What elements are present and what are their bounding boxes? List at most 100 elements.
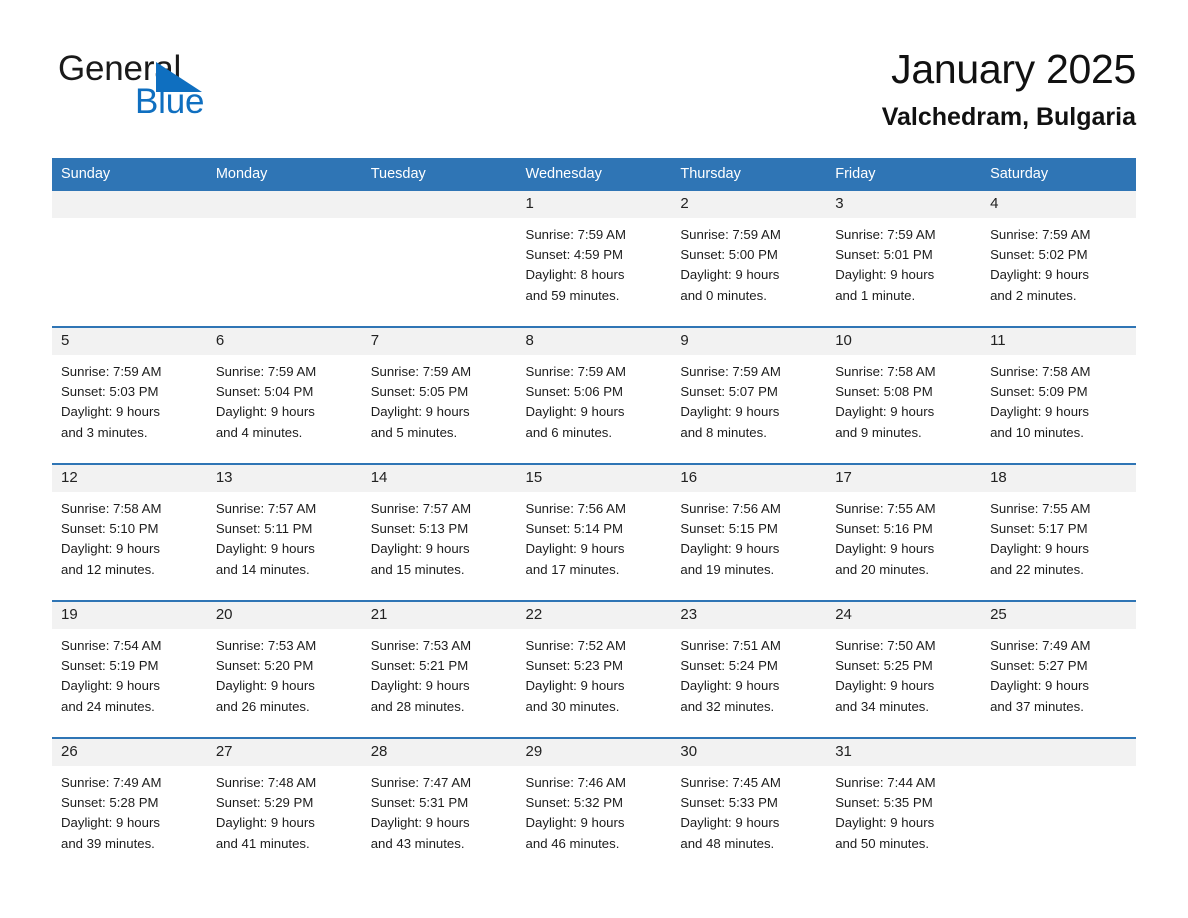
- daylight-duration-line2: and 59 minutes.: [525, 287, 620, 303]
- calendar-day-cell[interactable]: 30 Sunrise: 7:45 AM Sunset: 5:33 PM Dayligh…: [671, 737, 827, 874]
- sunset-time: Sunset: 5:03 PM: [61, 384, 159, 400]
- daylight-duration-line1: Daylight: 9 hours: [525, 678, 625, 694]
- weekday-header-friday: Friday: [826, 158, 982, 191]
- day-cell-inner: 12 Sunrise: 7:58 AM Sunset: 5:10 PM Dayligh…: [52, 465, 207, 600]
- day-cell-inner: 16 Sunrise: 7:56 AM Sunset: 5:15 PM Dayligh…: [671, 465, 827, 600]
- calendar-day-cell[interactable]: 13 Sunrise: 7:57 AM Sunset: 5:11 PM Dayligh…: [206, 463, 362, 601]
- daylight-duration-line2: and 30 minutes.: [525, 698, 620, 714]
- calendar-day-cell[interactable]: 6 Sunrise: 7:59 AM Sunset: 5:04 PM Daylight…: [206, 326, 362, 464]
- day-cell-inner: 17 Sunrise: 7:55 AM Sunset: 5:16 PM Dayligh…: [826, 465, 982, 600]
- day-cell-inner: 2 Sunrise: 7:59 AM Sunset: 5:00 PM Daylight…: [671, 191, 827, 326]
- weekday-header-tuesday: Tuesday: [361, 158, 517, 191]
- daylight-duration-line2: and 6 minutes.: [525, 424, 613, 440]
- day-number: 20: [206, 602, 362, 629]
- day-cell-inner: 1 Sunrise: 7:59 AM Sunset: 4:59 PM Daylight…: [516, 191, 672, 326]
- daylight-duration-line1: Daylight: 9 hours: [835, 815, 935, 831]
- day-number: 1: [516, 191, 672, 218]
- calendar-day-cell[interactable]: 31 Sunrise: 7:44 AM Sunset: 5:35 PM Dayligh…: [826, 737, 982, 874]
- day-number: [52, 191, 207, 218]
- calendar-day-cell[interactable]: 4 Sunrise: 7:59 AM Sunset: 5:02 PM Daylight…: [981, 191, 1136, 327]
- calendar-day-cell[interactable]: 10 Sunrise: 7:58 AM Sunset: 5:08 PM Dayligh…: [826, 326, 982, 464]
- calendar-day-cell[interactable]: 15 Sunrise: 7:56 AM Sunset: 5:14 PM Dayligh…: [516, 463, 672, 601]
- day-number: 29: [516, 739, 672, 766]
- daylight-duration-line1: Daylight: 9 hours: [370, 541, 470, 557]
- calendar-day-cell[interactable]: 11 Sunrise: 7:58 AM Sunset: 5:09 PM Dayligh…: [981, 326, 1136, 464]
- day-details: Sunrise: 7:58 AM Sunset: 5:10 PM Daylight:…: [52, 492, 207, 580]
- sunrise-time: Sunrise: 7:57 AM: [370, 501, 472, 516]
- day-details: Sunrise: 7:59 AM Sunset: 5:07 PM Daylight:…: [671, 355, 826, 443]
- day-number: 7: [361, 328, 517, 355]
- day-details: Sunrise: 7:47 AM Sunset: 5:31 PM Daylight:…: [362, 766, 517, 854]
- daylight-duration-line2: and 48 minutes.: [680, 835, 775, 851]
- calendar-day-cell[interactable]: 12 Sunrise: 7:58 AM Sunset: 5:10 PM Dayligh…: [52, 463, 207, 601]
- weekday-header-monday: Monday: [206, 158, 362, 191]
- sunset-time: Sunset: 5:13 PM: [370, 521, 469, 537]
- daylight-duration-line1: Daylight: 9 hours: [680, 815, 780, 831]
- sunrise-time: Sunrise: 7:56 AM: [680, 501, 781, 516]
- calendar-day-cell[interactable]: 1 Sunrise: 7:59 AM Sunset: 4:59 PM Daylight…: [516, 191, 672, 327]
- day-details: Sunrise: 7:59 AM Sunset: 5:00 PM Daylight:…: [671, 218, 826, 306]
- day-number: 22: [516, 602, 672, 629]
- day-number: 11: [981, 328, 1136, 355]
- calendar-day-cell[interactable]: 5 Sunrise: 7:59 AM Sunset: 5:03 PM Daylight…: [52, 326, 207, 464]
- day-cell-inner: 27 Sunrise: 7:48 AM Sunset: 5:29 PM Dayligh…: [206, 739, 362, 874]
- calendar-day-cell[interactable]: 28 Sunrise: 7:47 AM Sunset: 5:31 PM Dayligh…: [361, 737, 517, 874]
- sunset-time: Sunset: 5:24 PM: [680, 658, 778, 674]
- day-details: Sunrise: 7:58 AM Sunset: 5:08 PM Daylight:…: [826, 355, 981, 443]
- calendar-day-cell[interactable]: 17 Sunrise: 7:55 AM Sunset: 5:16 PM Dayligh…: [826, 463, 982, 601]
- calendar-day-cell[interactable]: 7 Sunrise: 7:59 AM Sunset: 5:05 PM Daylight…: [361, 326, 517, 464]
- calendar-day-cell[interactable]: 9 Sunrise: 7:59 AM Sunset: 5:07 PM Daylight…: [671, 326, 827, 464]
- day-number: 26: [52, 739, 207, 766]
- calendar-day-cell[interactable]: 23 Sunrise: 7:51 AM Sunset: 5:24 PM Dayligh…: [671, 600, 827, 738]
- daylight-duration-line1: Daylight: 9 hours: [61, 678, 160, 694]
- day-number: [206, 191, 362, 218]
- calendar-day-cell[interactable]: 22 Sunrise: 7:52 AM Sunset: 5:23 PM Dayligh…: [516, 600, 672, 738]
- daylight-duration-line1: Daylight: 9 hours: [835, 404, 935, 420]
- day-cell-inner: 25 Sunrise: 7:49 AM Sunset: 5:27 PM Dayligh…: [981, 602, 1136, 737]
- calendar-day-cell[interactable]: 16 Sunrise: 7:56 AM Sunset: 5:15 PM Dayligh…: [671, 463, 827, 601]
- day-details: Sunrise: 7:59 AM Sunset: 5:05 PM Daylight:…: [362, 355, 517, 443]
- sunset-time: Sunset: 5:14 PM: [525, 521, 624, 537]
- day-number: 8: [516, 328, 672, 355]
- day-number: 18: [981, 465, 1136, 492]
- day-cell-inner: 30 Sunrise: 7:45 AM Sunset: 5:33 PM Dayligh…: [671, 739, 827, 874]
- day-cell-inner: [981, 739, 1136, 874]
- weekday-header-thursday: Thursday: [671, 158, 827, 191]
- daylight-duration-line1: Daylight: 9 hours: [990, 678, 1090, 694]
- calendar-day-cell[interactable]: 3 Sunrise: 7:59 AM Sunset: 5:01 PM Daylight…: [826, 191, 982, 327]
- calendar-day-cell[interactable]: 21 Sunrise: 7:53 AM Sunset: 5:21 PM Dayligh…: [361, 600, 517, 738]
- calendar-day-cell[interactable]: 2 Sunrise: 7:59 AM Sunset: 5:00 PM Daylight…: [671, 191, 827, 327]
- daylight-duration-line2: and 50 minutes.: [835, 835, 930, 851]
- sunrise-time: Sunrise: 7:46 AM: [525, 775, 626, 790]
- calendar-day-cell[interactable]: 18 Sunrise: 7:55 AM Sunset: 5:17 PM Dayligh…: [981, 463, 1136, 601]
- calendar-day-cell[interactable]: 14 Sunrise: 7:57 AM Sunset: 5:13 PM Dayligh…: [361, 463, 517, 601]
- sunset-time: Sunset: 5:20 PM: [215, 658, 314, 674]
- day-cell-inner: 31 Sunrise: 7:44 AM Sunset: 5:35 PM Dayligh…: [826, 739, 982, 874]
- daylight-duration-line2: and 26 minutes.: [215, 698, 310, 714]
- page-title: January 2025: [891, 46, 1136, 92]
- daylight-duration-line1: Daylight: 9 hours: [835, 678, 935, 694]
- calendar-day-cell[interactable]: 20 Sunrise: 7:53 AM Sunset: 5:20 PM Dayligh…: [206, 600, 362, 738]
- day-cell-inner: 21 Sunrise: 7:53 AM Sunset: 5:21 PM Dayligh…: [361, 602, 517, 737]
- calendar-day-cell[interactable]: 25 Sunrise: 7:49 AM Sunset: 5:27 PM Dayligh…: [981, 600, 1136, 738]
- day-details: Sunrise: 7:57 AM Sunset: 5:13 PM Daylight:…: [362, 492, 517, 580]
- day-details: Sunrise: 7:51 AM Sunset: 5:24 PM Daylight:…: [671, 629, 826, 717]
- sunset-time: Sunset: 5:04 PM: [215, 384, 314, 400]
- day-number: 3: [826, 191, 982, 218]
- day-details: Sunrise: 7:52 AM Sunset: 5:23 PM Daylight:…: [517, 629, 672, 717]
- day-number: 6: [206, 328, 362, 355]
- calendar-day-cell[interactable]: 19 Sunrise: 7:54 AM Sunset: 5:19 PM Dayligh…: [52, 600, 207, 738]
- calendar-day-cell[interactable]: 24 Sunrise: 7:50 AM Sunset: 5:25 PM Dayligh…: [826, 600, 982, 738]
- day-cell-inner: 29 Sunrise: 7:46 AM Sunset: 5:32 PM Dayligh…: [516, 739, 672, 874]
- day-cell-inner: 13 Sunrise: 7:57 AM Sunset: 5:11 PM Dayligh…: [206, 465, 362, 600]
- calendar-day-cell[interactable]: 8 Sunrise: 7:59 AM Sunset: 5:06 PM Daylight…: [516, 326, 672, 464]
- sunrise-time: Sunrise: 7:59 AM: [370, 364, 472, 379]
- calendar-day-cell[interactable]: 29 Sunrise: 7:46 AM Sunset: 5:32 PM Dayligh…: [516, 737, 672, 874]
- general-blue-logo[interactable]: General Blue: [58, 50, 318, 136]
- daylight-duration-line1: Daylight: 9 hours: [835, 541, 935, 557]
- day-details: Sunrise: 7:44 AM Sunset: 5:35 PM Daylight:…: [826, 766, 981, 854]
- calendar-day-cell[interactable]: 26 Sunrise: 7:49 AM Sunset: 5:28 PM Dayligh…: [52, 737, 207, 874]
- calendar-day-cell[interactable]: 27 Sunrise: 7:48 AM Sunset: 5:29 PM Dayligh…: [206, 737, 362, 874]
- day-number: 19: [52, 602, 207, 629]
- daylight-duration-line1: Daylight: 9 hours: [835, 267, 935, 283]
